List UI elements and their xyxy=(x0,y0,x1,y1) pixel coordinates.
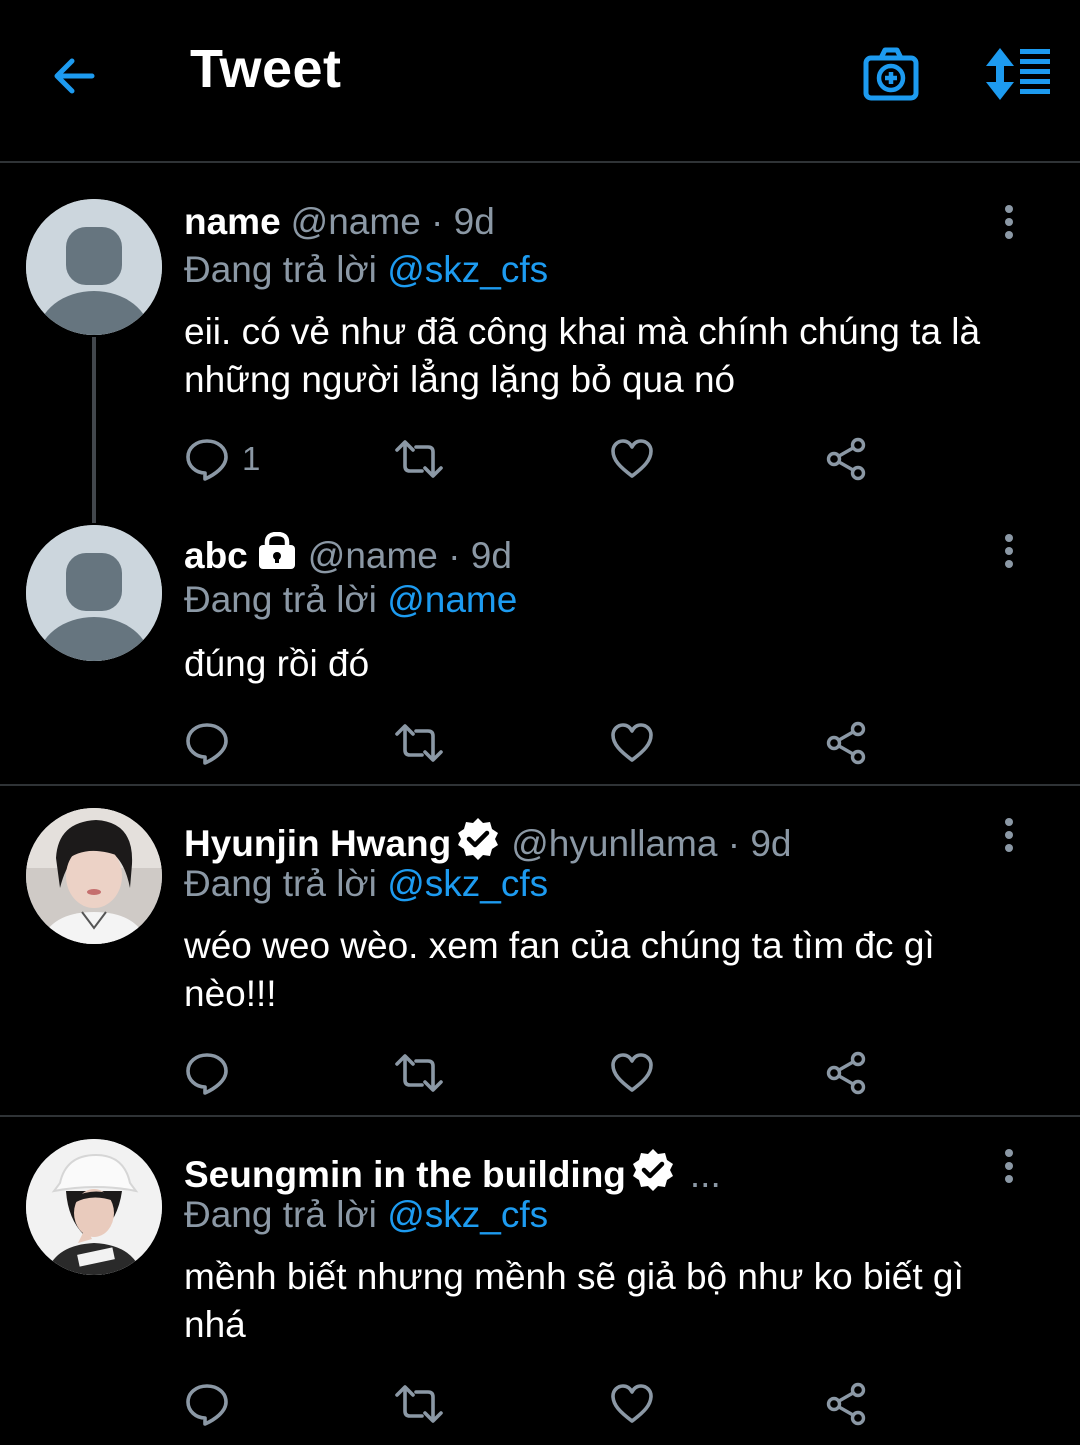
profile-photo-icon xyxy=(26,808,162,944)
replying-to: Đang trả lời @skz_cfs xyxy=(184,863,548,905)
share-button[interactable] xyxy=(824,719,868,767)
tweet-2[interactable]: abc @name · 9d Đang trả lời @name đúng r… xyxy=(0,520,1080,786)
retweet-button[interactable] xyxy=(394,1049,444,1097)
avatar[interactable] xyxy=(26,525,162,661)
tweet-text: wéo weo wèo. xem fan của chúng ta tìm đc… xyxy=(184,925,935,1014)
reply-button[interactable] xyxy=(184,719,230,767)
more-vertical-icon xyxy=(1005,534,1013,568)
sort-button[interactable] xyxy=(982,46,1052,102)
tweet-actions xyxy=(184,1049,884,1097)
share-button[interactable] xyxy=(824,435,868,483)
avatar[interactable] xyxy=(26,199,162,335)
tweet-header: name @name · 9d xyxy=(184,201,495,243)
like-button[interactable] xyxy=(610,435,654,483)
retweet-icon xyxy=(395,1054,443,1092)
replying-prefix: Đang trả lời xyxy=(184,863,377,904)
reply-icon xyxy=(186,723,228,765)
reply-count: 1 xyxy=(242,440,261,477)
share-icon xyxy=(826,721,866,765)
page-title: Tweet xyxy=(190,39,342,99)
more-vertical-icon xyxy=(1005,818,1013,852)
share-icon xyxy=(826,1051,866,1095)
retweet-button[interactable] xyxy=(394,1380,444,1428)
heart-icon xyxy=(611,439,653,478)
reply-mention-link[interactable]: @skz_cfs xyxy=(387,249,548,290)
share-button[interactable] xyxy=(824,1380,868,1428)
camera-button[interactable] xyxy=(862,46,920,102)
retweet-button[interactable] xyxy=(394,719,444,767)
heart-icon xyxy=(611,1384,653,1423)
tweet-actions xyxy=(184,1380,884,1428)
default-avatar-icon xyxy=(26,525,162,661)
verified-badge-icon xyxy=(630,1147,676,1202)
retweet-button[interactable] xyxy=(394,435,444,483)
tweet-text: eii. có vẻ như đã công khai mà chính chú… xyxy=(184,311,981,400)
reply-mention-link[interactable]: @name xyxy=(387,579,517,620)
tweet-4[interactable]: Seungmin in the building ... Đang trả lờ… xyxy=(0,1117,1080,1445)
handle-time: @name · 9d xyxy=(307,534,512,576)
avatar[interactable] xyxy=(26,1139,162,1275)
tweet-text: mềnh biết nhưng mềnh sẽ giả bộ như ko bi… xyxy=(184,1256,964,1345)
reply-button[interactable] xyxy=(184,1380,230,1428)
top-app-bar: Tweet xyxy=(0,0,1080,163)
reply-icon xyxy=(186,439,228,481)
sort-list-icon xyxy=(986,48,1050,100)
display-name[interactable]: Seungmin in the building xyxy=(184,1154,626,1196)
reply-button[interactable]: 1 xyxy=(184,435,260,483)
back-button[interactable] xyxy=(48,50,100,102)
retweet-icon xyxy=(395,724,443,762)
handle-time: @name · 9d xyxy=(290,201,495,242)
replying-prefix: Đang trả lời xyxy=(184,1194,377,1235)
display-name[interactable]: Hyunjin Hwang xyxy=(184,823,451,865)
more-vertical-icon xyxy=(1005,205,1013,239)
reply-icon xyxy=(186,1053,228,1095)
more-options-button[interactable] xyxy=(994,532,1024,572)
reply-icon xyxy=(186,1384,228,1426)
retweet-icon xyxy=(395,1385,443,1423)
handle-truncated: ... xyxy=(689,1153,721,1195)
display-name[interactable]: name xyxy=(184,201,281,243)
default-avatar-icon xyxy=(26,199,162,335)
thread-line xyxy=(92,337,96,523)
tweet-3[interactable]: Hyunjin Hwang @hyunllama · 9d Đang trả l… xyxy=(0,786,1080,1117)
replying-prefix: Đang trả lời xyxy=(184,579,377,620)
tweet-text: đúng rồi đó xyxy=(184,643,370,684)
like-button[interactable] xyxy=(610,1380,654,1428)
like-button[interactable] xyxy=(610,1049,654,1097)
reply-mention-link[interactable]: @skz_cfs xyxy=(387,1194,548,1235)
tweet-1[interactable]: name @name · 9d Đang trả lời @skz_cfs ei… xyxy=(0,165,1080,523)
heart-icon xyxy=(611,1053,653,1092)
like-button[interactable] xyxy=(610,719,654,767)
profile-photo-icon xyxy=(26,1139,162,1275)
heart-icon xyxy=(611,723,653,762)
more-options-button[interactable] xyxy=(994,816,1024,856)
more-vertical-icon xyxy=(1005,1149,1013,1183)
share-button[interactable] xyxy=(824,1049,868,1097)
more-options-button[interactable] xyxy=(994,203,1024,243)
replying-to: Đang trả lời @skz_cfs xyxy=(184,1194,548,1236)
replying-to: Đang trả lời @name xyxy=(184,579,517,621)
replying-prefix: Đang trả lời xyxy=(184,249,377,290)
share-icon xyxy=(826,437,866,481)
reply-button[interactable] xyxy=(184,1049,230,1097)
lock-icon xyxy=(256,531,298,579)
reply-mention-link[interactable]: @skz_cfs xyxy=(387,863,548,904)
handle-time: @hyunllama · 9d xyxy=(511,822,792,864)
share-icon xyxy=(826,1382,866,1426)
more-options-button[interactable] xyxy=(994,1147,1024,1187)
tweet-actions: 1 xyxy=(184,435,884,483)
tweet-header: abc @name · 9d xyxy=(184,531,512,579)
avatar[interactable] xyxy=(26,808,162,944)
camera-plus-icon xyxy=(863,47,919,101)
arrow-left-icon xyxy=(54,58,95,94)
replying-to: Đang trả lời @skz_cfs xyxy=(184,249,548,291)
tweet-actions xyxy=(184,719,884,767)
retweet-icon xyxy=(395,440,443,478)
display-name[interactable]: abc xyxy=(184,535,248,577)
